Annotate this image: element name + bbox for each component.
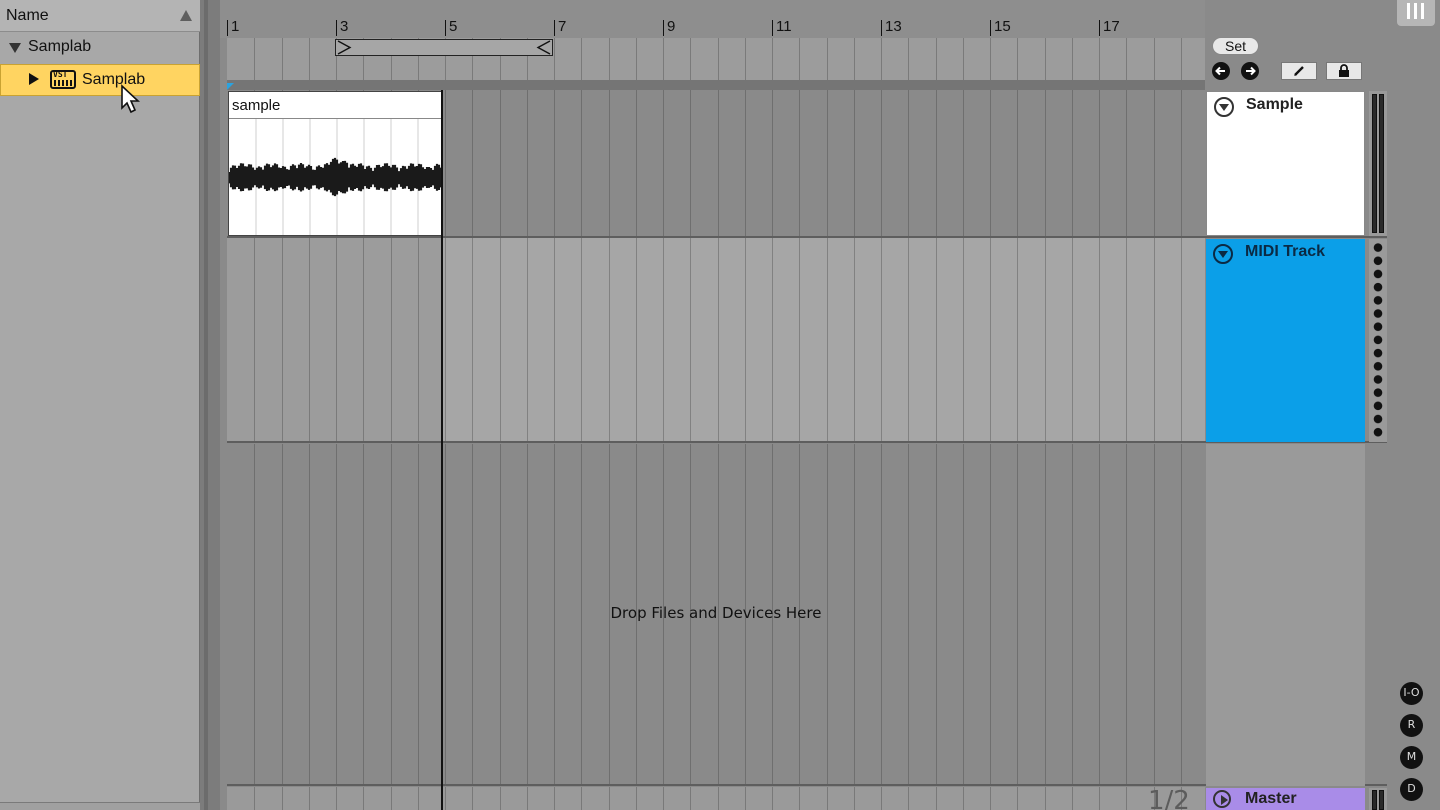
browser-folder-samplab[interactable]: Samplab: [0, 32, 200, 64]
track-name[interactable]: MIDI Track: [1245, 243, 1325, 261]
track-name[interactable]: Sample: [1246, 96, 1303, 114]
level-meter: [1369, 91, 1387, 236]
ruler-bar-number: 17: [1103, 18, 1120, 35]
mouse-cursor-icon: [121, 84, 141, 114]
set-button[interactable]: Set: [1212, 37, 1259, 55]
ruler-tick: [445, 20, 446, 36]
drop-hint: Drop Files and Devices Here: [610, 604, 822, 622]
ruler-tick: [336, 20, 337, 36]
io-toggle-button[interactable]: I-O: [1400, 682, 1423, 705]
clip-waveform: [227, 119, 443, 235]
ruler-bar-number: 3: [340, 18, 349, 35]
fold-button-icon[interactable]: [1214, 97, 1234, 117]
clip-name: sample: [232, 97, 281, 114]
app-window: Name Samplab VST Samplab 1 3 5 7 9 11 13 15 17: [0, 0, 1440, 810]
ruler-tick: [881, 20, 882, 36]
clip-title-bar[interactable]: sample: [229, 92, 441, 119]
ruler-tick: [227, 20, 228, 36]
vst-plugin-icon: VST: [50, 70, 76, 89]
returns-toggle-button[interactable]: R: [1400, 714, 1423, 737]
delay-toggle-button[interactable]: D: [1400, 778, 1423, 801]
ruler-bar-number: 13: [885, 18, 902, 35]
ruler-bar-number: 7: [558, 18, 567, 35]
track-header-empty: [1206, 444, 1365, 786]
bar-ruler[interactable]: 1 3 5 7 9 11 13 15 17: [220, 0, 1205, 38]
fold-button-icon[interactable]: [1213, 790, 1231, 808]
playhead[interactable]: [441, 90, 443, 810]
ruler-tick: [554, 20, 555, 36]
arrow-left-icon[interactable]: [1212, 62, 1230, 80]
pencil-icon[interactable]: [1281, 62, 1317, 80]
browser-footer: [0, 802, 200, 810]
ruler-tick: [772, 20, 773, 36]
panel-splitter[interactable]: [200, 0, 220, 810]
view-toggle-icon[interactable]: [1397, 0, 1435, 26]
browser-panel: Name Samplab VST Samplab: [0, 0, 200, 810]
browser-folder-label: Samplab: [28, 38, 92, 55]
ruler-bar-number: 9: [667, 18, 676, 35]
expand-triangle-icon[interactable]: [9, 43, 21, 53]
column-header-name: Name: [6, 7, 49, 24]
ruler-tick: [1099, 20, 1100, 36]
ruler-bar-number: 11: [776, 18, 792, 35]
loop-brace[interactable]: [335, 39, 553, 56]
track-header-master[interactable]: Master: [1206, 788, 1365, 810]
browser-header[interactable]: Name: [0, 0, 200, 32]
track-name[interactable]: Master: [1245, 790, 1297, 808]
collapse-triangle-icon[interactable]: [29, 73, 39, 85]
ruler-bar-number: 15: [994, 18, 1011, 35]
fold-button-icon[interactable]: [1213, 244, 1233, 264]
ruler-bar-number: 5: [449, 18, 458, 35]
master-level-meter: [1369, 788, 1387, 810]
timeline-overview-band: [227, 80, 1205, 90]
track-header-sample[interactable]: Sample: [1206, 91, 1365, 236]
browser-item-samplab-plugin[interactable]: VST Samplab: [0, 64, 200, 96]
track-header-midi[interactable]: MIDI Track: [1206, 239, 1365, 442]
sort-arrow-icon[interactable]: [180, 10, 192, 21]
lock-icon[interactable]: [1326, 62, 1362, 80]
mixer-toggle-button[interactable]: M: [1400, 746, 1423, 769]
ruler-bar-number: 1: [231, 18, 240, 35]
audio-clip[interactable]: sample: [227, 91, 443, 236]
page-indicator: 1/2: [1148, 786, 1190, 810]
arrow-right-icon[interactable]: [1241, 62, 1259, 80]
midi-activity-meter: [1369, 239, 1387, 442]
ruler-tick: [663, 20, 664, 36]
ruler-tick: [990, 20, 991, 36]
